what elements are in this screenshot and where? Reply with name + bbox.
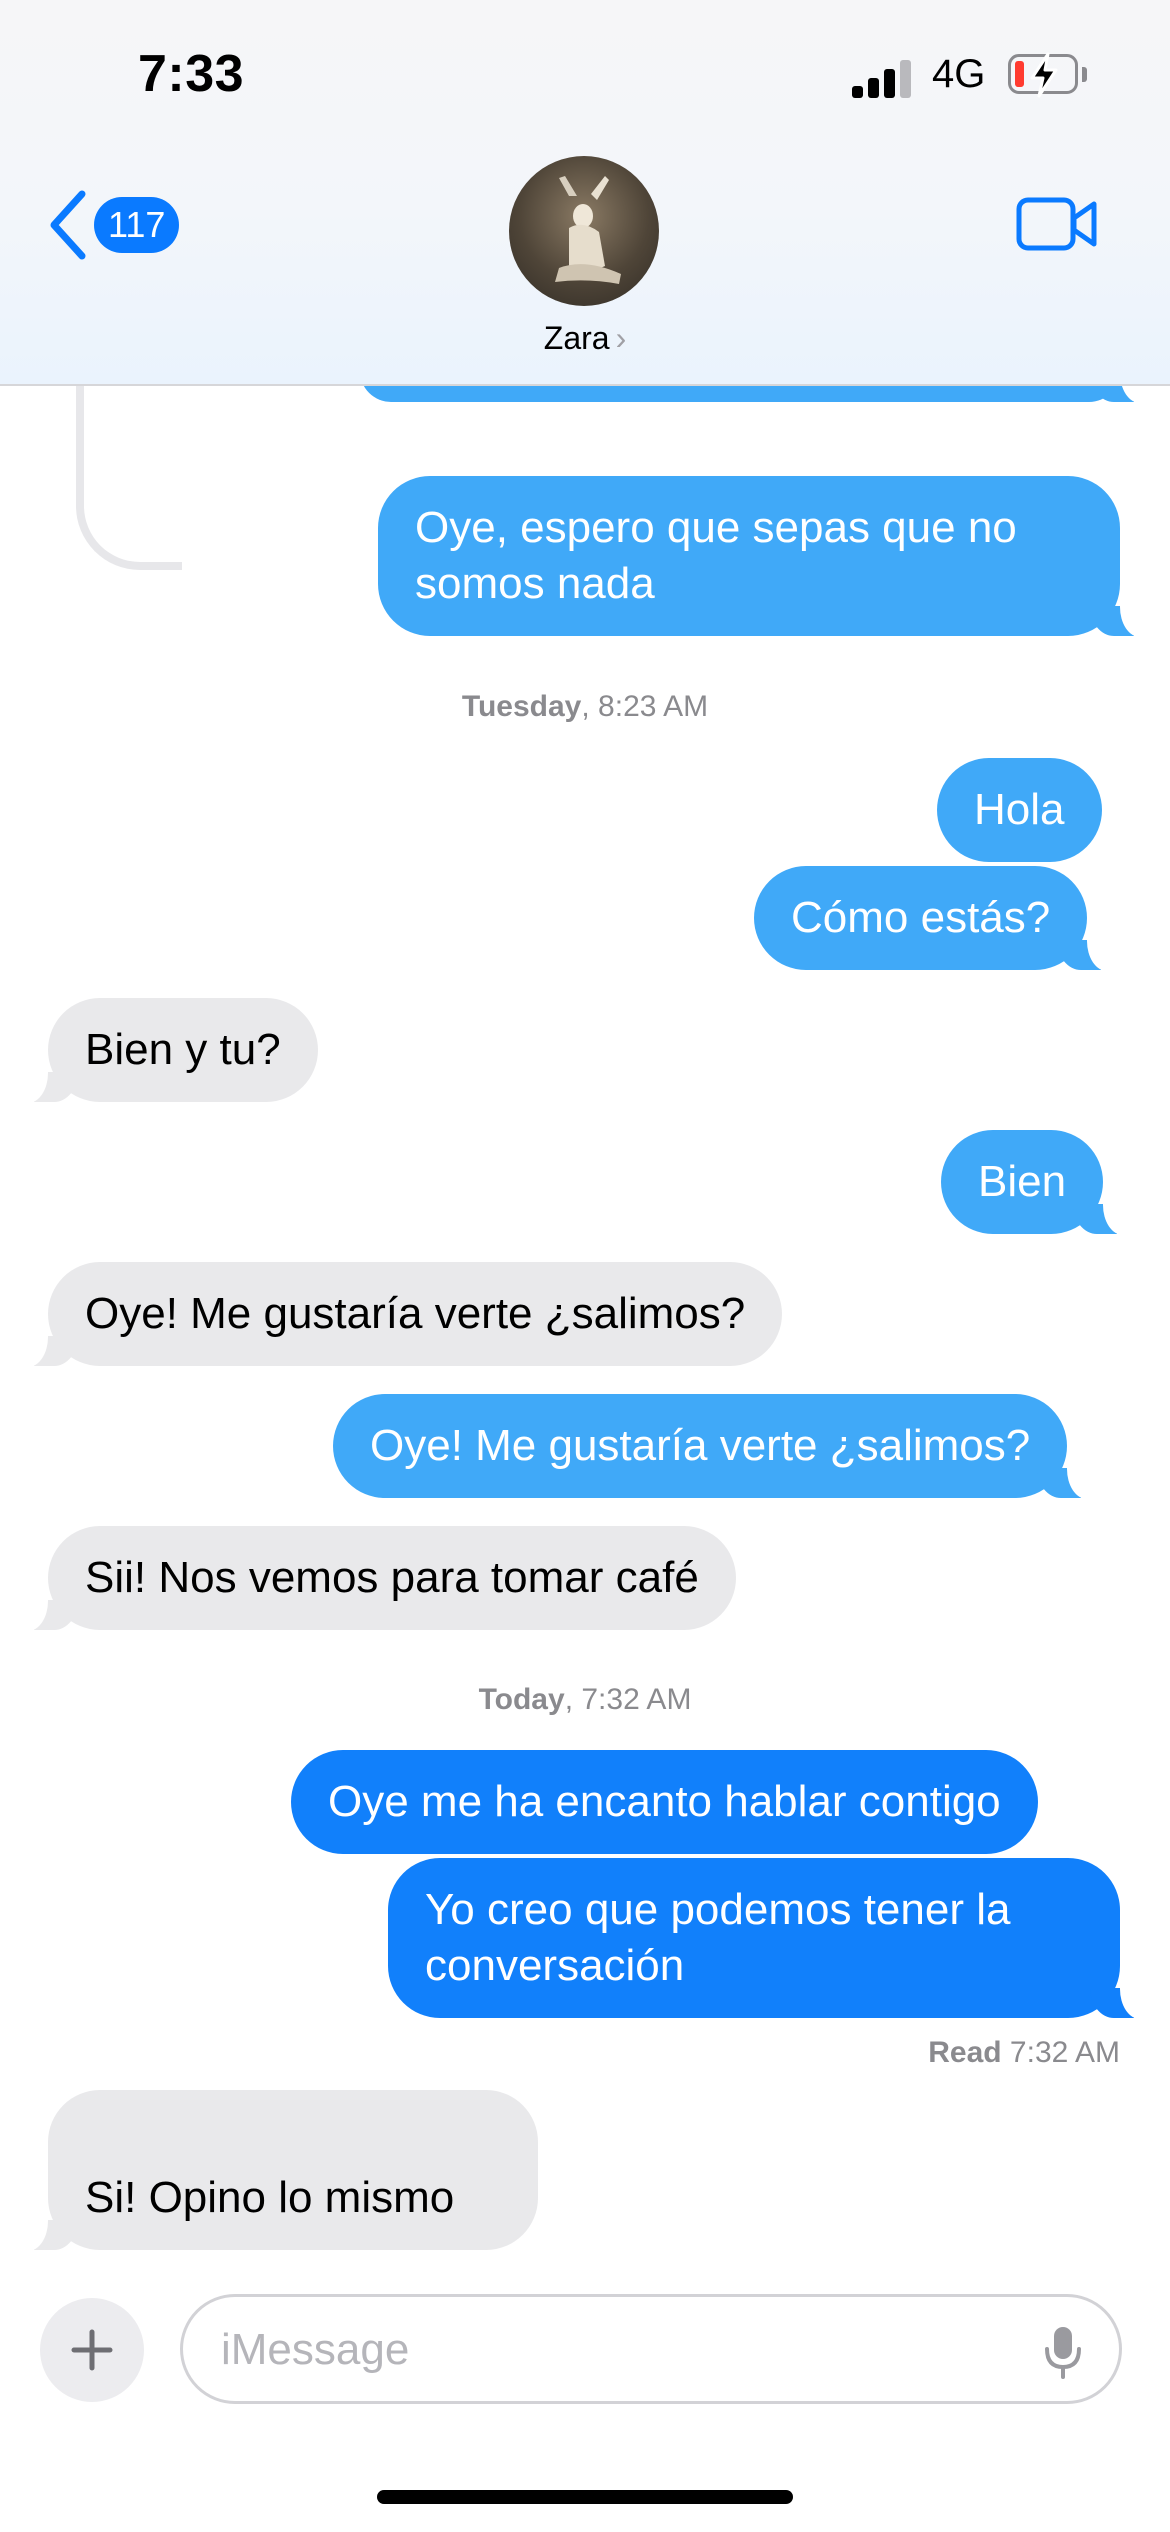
navigation-header: 7:33 4G 117 Zara › [0, 0, 1170, 386]
contact-name: Zara [543, 320, 610, 356]
message-input[interactable] [219, 2297, 1023, 2403]
timestamp: Tuesday, 8:23 AM [461, 690, 709, 723]
message-bubble-sent: Oye! Me gustaría verte ¿salimos? [333, 1394, 1106, 1499]
message-bubble-sent: Yo creo que podemos tener la conversació… [388, 1858, 1158, 2019]
network-type: 4G [932, 52, 986, 96]
timestamp-time: 8:23 AM [598, 690, 709, 723]
status-time: 7:33 [138, 45, 245, 103]
plus-icon [71, 2329, 113, 2371]
home-indicator[interactable] [377, 2490, 793, 2504]
timestamp-day: Today [478, 1683, 565, 1716]
contact-name-button[interactable]: Zara › [0, 320, 1170, 357]
microphone-icon[interactable] [1043, 2325, 1083, 2379]
apps-plus-button[interactable] [40, 2298, 144, 2402]
timestamp: Today, 7:32 AM [478, 1683, 692, 1716]
message-bubble-sent: Cómo estás? [754, 866, 1126, 971]
message-bubble-received: Oye! Me gustaría verte ¿salimos? [9, 1262, 783, 1367]
read-receipt: Read 7:32 AM [928, 2036, 1120, 2070]
back-chevron-icon [50, 190, 86, 260]
message-bubble-sent: Oye, espero que sepas que no somos nada [378, 476, 1158, 637]
video-camera-icon[interactable] [1016, 196, 1098, 252]
message-bubble-sent: Bien [941, 1130, 1142, 1235]
message-bubble-sent: Oye me ha encanto hablar contigo [291, 1750, 1038, 1854]
message-input-container [180, 2294, 1122, 2404]
timestamp-time: 7:32 AM [581, 1683, 692, 1716]
avatar[interactable] [509, 156, 659, 306]
timestamp-day: Tuesday [461, 690, 582, 723]
battery-charging-icon [1008, 52, 1090, 98]
back-button[interactable]: 117 [48, 190, 180, 260]
message-bubble-sent: Hola [937, 758, 1102, 862]
signal-icon [852, 58, 914, 98]
message-bubble-received: Si! Opino lo mismo [10, 2090, 538, 2251]
chevron-right-icon: › [615, 320, 627, 356]
read-label: Read [928, 2036, 1002, 2069]
message-bubble-received: Bien y tu? [10, 998, 318, 1103]
read-time: 7:32 AM [1009, 2036, 1120, 2069]
message-bubble-received: Sii! Nos vemos para tomar café [10, 1526, 736, 1631]
unread-count-badge: 117 [94, 197, 180, 253]
reply-thread-line [76, 370, 182, 570]
